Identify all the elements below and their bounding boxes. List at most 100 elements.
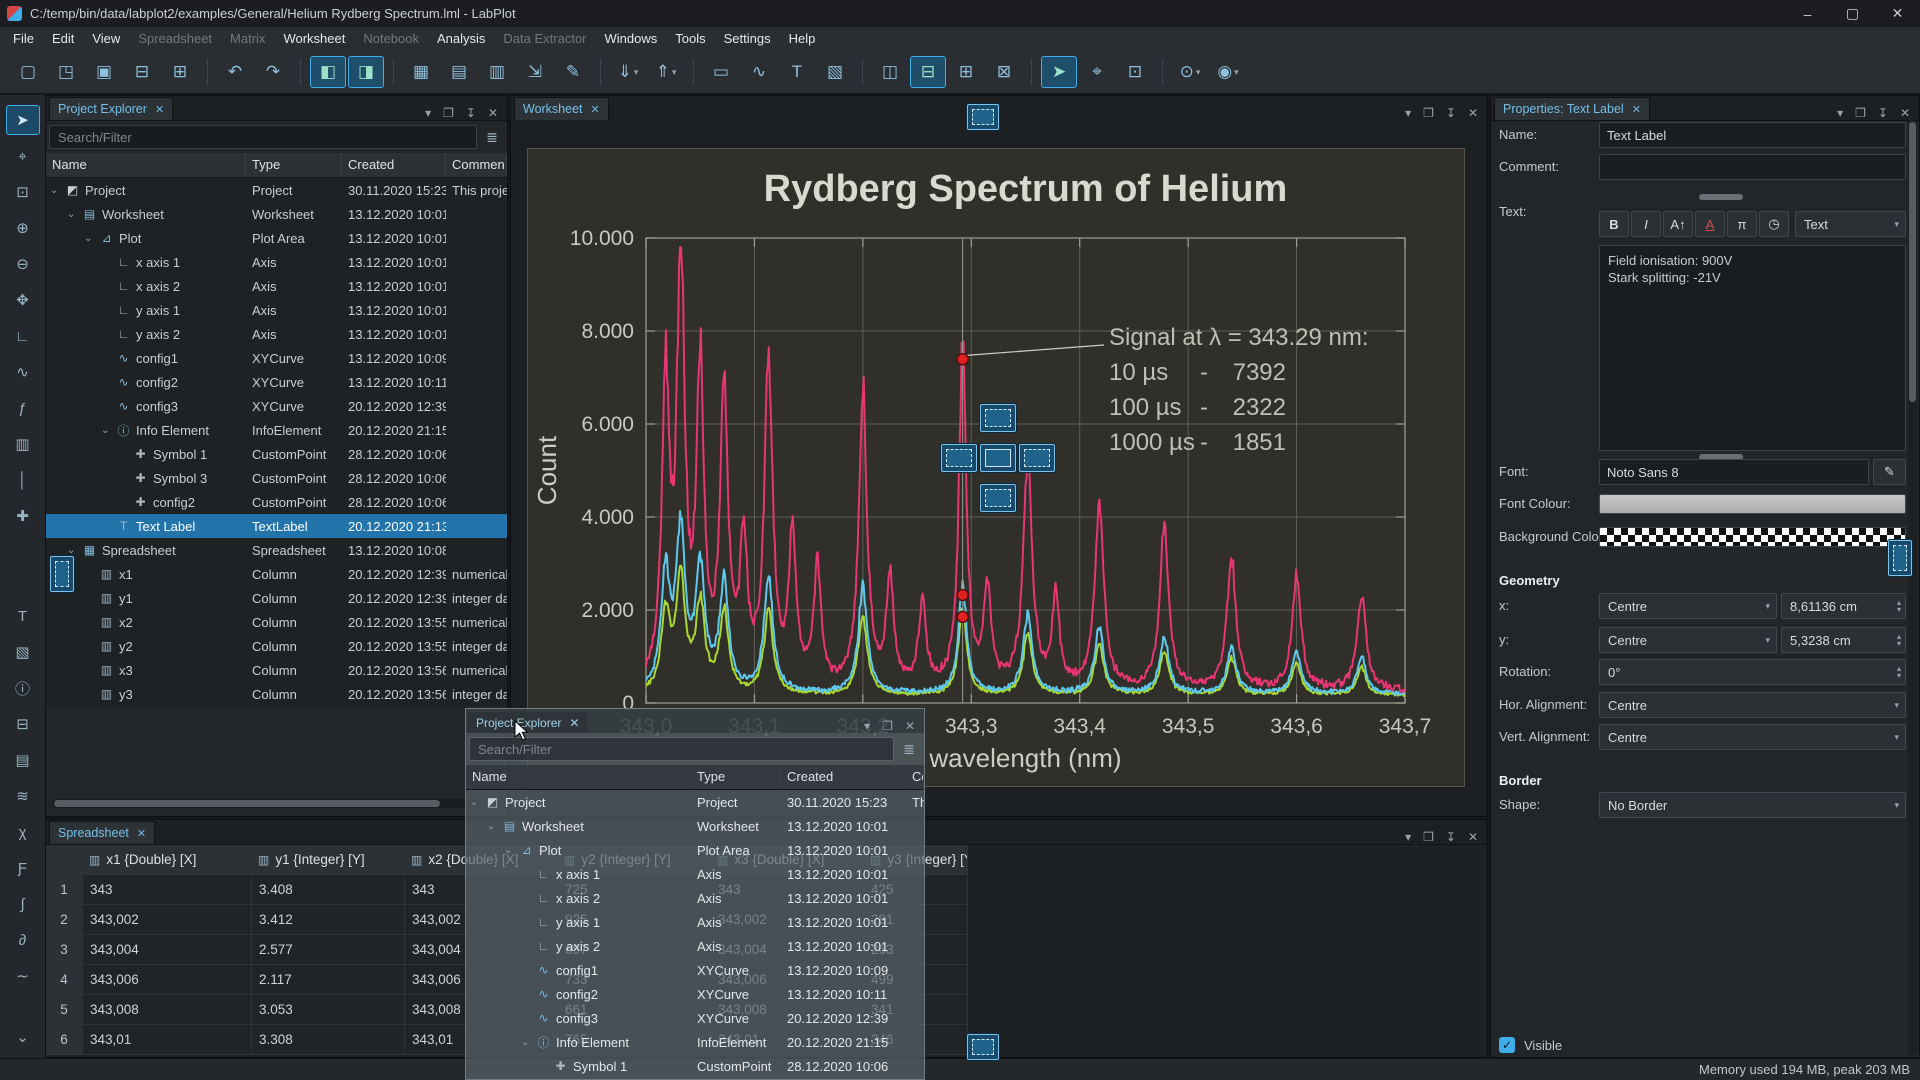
tree-row-y-axis-2[interactable]: ∟y axis 2Axis13.12.2020 10:01: [466, 934, 924, 958]
add-info-element-tool[interactable]: ⓘ: [6, 673, 40, 703]
tree-row-x1[interactable]: ▥x1Column20.12.2020 12:39numerical: [46, 562, 507, 586]
menu-edit[interactable]: Edit: [43, 27, 83, 51]
y-position-dropdown[interactable]: Centre▾: [1599, 627, 1777, 653]
drop-indicator-bottom[interactable]: [967, 1034, 999, 1060]
tab-project-explorer[interactable]: Project Explorer ✕: [49, 97, 173, 120]
column-header-created[interactable]: Created: [781, 765, 906, 789]
tree-row-plot[interactable]: ⌄⊿PlotPlot Area13.12.2020 10:01: [46, 226, 507, 250]
hor-alignment-dropdown[interactable]: Centre▾: [1599, 692, 1906, 718]
maximize-button[interactable]: ▢: [1830, 0, 1875, 27]
tree-row-y1[interactable]: ▥y1Column20.12.2020 12:39integer da: [46, 586, 507, 610]
drop-indicator-center-bottom[interactable]: [980, 484, 1016, 512]
info-element-title[interactable]: Signal at λ = 343.29 nm:: [1109, 324, 1369, 351]
tree-row-y-axis-1[interactable]: ∟y axis 1Axis13.12.2020 10:01: [466, 910, 924, 934]
pin-dock-button[interactable]: ↧: [1878, 106, 1888, 120]
custom-point[interactable]: [957, 611, 968, 622]
vert-alignment-dropdown[interactable]: Centre▾: [1599, 724, 1906, 750]
new-matrix-button[interactable]: ▥: [479, 56, 515, 88]
float-dock-button[interactable]: ❐: [1423, 106, 1434, 120]
export-button[interactable]: ⇑▾: [648, 56, 684, 88]
column-header-x1-double-x[interactable]: ▥x1 {Double} [X]: [83, 845, 252, 875]
sheet-cell-r4c1[interactable]: 343,006: [83, 965, 252, 995]
select-mode-button[interactable]: ➤: [1041, 56, 1077, 88]
add-reference-line-tool[interactable]: │: [6, 465, 40, 495]
tree-row-worksheet[interactable]: ⌄▤WorksheetWorksheet13.12.2020 10:01: [46, 202, 507, 226]
close-dock-button[interactable]: ✕: [1900, 106, 1910, 120]
filter-icon[interactable]: ≣: [480, 125, 504, 149]
tree-row-x-axis-2[interactable]: ∟x axis 2Axis13.12.2020 10:01: [46, 274, 507, 298]
float-dock-button[interactable]: ❐: [882, 719, 893, 733]
zoom-out-tool[interactable]: ⊖: [6, 249, 40, 279]
menu-notebook[interactable]: Notebook: [354, 27, 428, 51]
data-extractor-button[interactable]: ✎: [555, 56, 591, 88]
horizontal-layout-button[interactable]: ⊟: [910, 56, 946, 88]
add-axis-tool[interactable]: ∟: [6, 321, 40, 351]
y-position-spinbox[interactable]: 5,3238 cm ▴▾: [1781, 627, 1906, 653]
tree-row-symbol-1[interactable]: ✚Symbol 1CustomPoint28.12.2020 10:06: [466, 1054, 924, 1078]
open-project-button[interactable]: ◳: [48, 56, 84, 88]
y-axis-label[interactable]: Count: [532, 435, 562, 505]
drop-indicator-center[interactable]: [980, 444, 1016, 472]
add-smoothing-tool[interactable]: ≋: [6, 781, 40, 811]
font-input[interactable]: [1599, 459, 1869, 485]
tree-row-y-axis-1[interactable]: ∟y axis 1Axis13.12.2020 10:01: [46, 298, 507, 322]
menu-spreadsheet[interactable]: Spreadsheet: [129, 27, 221, 51]
close-dock-button[interactable]: ✕: [1468, 830, 1478, 844]
filter-icon[interactable]: ≣: [897, 737, 921, 761]
tree-row-config3[interactable]: ∿config3XYCurve20.12.2020 12:39: [46, 394, 507, 418]
add-interpolation-tool[interactable]: ∼: [6, 961, 40, 991]
bold-button[interactable]: B: [1599, 211, 1629, 237]
border-shape-dropdown[interactable]: No Border▾: [1599, 792, 1906, 818]
menu-file[interactable]: File: [4, 27, 43, 51]
sheet-cell-r6c2[interactable]: 3.308: [252, 1025, 405, 1055]
vertical-layout-button[interactable]: ◫: [872, 56, 908, 88]
drop-indicator-left[interactable]: [50, 556, 74, 592]
pin-dock-button[interactable]: ↧: [466, 106, 476, 120]
close-dock-button[interactable]: ✕: [488, 106, 498, 120]
tree-row-x-axis-1[interactable]: ∟x axis 1Axis13.12.2020 10:01: [466, 862, 924, 886]
tree-row-info-element[interactable]: ⌄ⓘInfo ElementInfoElement20.12.2020 21:1…: [466, 1030, 924, 1054]
font-colour-swatch[interactable]: [1599, 494, 1906, 514]
tree-row-x-axis-2[interactable]: ∟x axis 2Axis13.12.2020 10:01: [466, 886, 924, 910]
add-differentiation-tool[interactable]: ∂: [6, 925, 40, 955]
close-dock-button[interactable]: ✕: [1468, 106, 1478, 120]
close-tab-icon[interactable]: ✕: [569, 716, 579, 730]
float-dock-button[interactable]: ❐: [1855, 106, 1866, 120]
label-text-editor[interactable]: Field ionisation: 900V Stark splitting: …: [1599, 245, 1906, 451]
scrollbar-handle[interactable]: [54, 800, 440, 807]
crosshair-tool[interactable]: ⌖: [6, 141, 40, 171]
superscript-button[interactable]: A↑: [1663, 211, 1693, 237]
sheet-cell-r3c2[interactable]: 2.577: [252, 935, 405, 965]
new-spreadsheet-button[interactable]: ▤: [441, 56, 477, 88]
rotation-spinbox[interactable]: 0° ▴▾: [1599, 659, 1906, 685]
tree-row-config2[interactable]: ∿config2XYCurve13.12.2020 10:11: [466, 982, 924, 1006]
tree-row-x2[interactable]: ▥x2Column20.12.2020 13:55numerical: [46, 610, 507, 634]
tree-row-spreadsheet[interactable]: ⌄▦SpreadsheetSpreadsheet13.12.2020 10:08: [46, 538, 507, 562]
x-position-spinbox[interactable]: 8,61136 cm ▴▾: [1781, 593, 1906, 619]
splitter-grip[interactable]: [1699, 194, 1743, 200]
menu-help[interactable]: Help: [780, 27, 825, 51]
tree-row-y2[interactable]: ▥y2Column20.12.2020 13:55integer da: [46, 634, 507, 658]
menu-data-extractor[interactable]: Data Extractor: [494, 27, 595, 51]
tree-row-project[interactable]: ⌄◩ProjectProject30.11.2020 15:23This pro…: [46, 178, 507, 202]
menu-analysis[interactable]: Analysis: [428, 27, 494, 51]
add-fit-tool[interactable]: χ: [6, 817, 40, 847]
tab-worksheet[interactable]: Worksheet ✕: [514, 97, 609, 120]
navigate-tool[interactable]: ✥: [6, 285, 40, 315]
tree-row-config3[interactable]: ∿config3XYCurve20.12.2020 12:39: [466, 1006, 924, 1030]
add-integration-tool[interactable]: ∫: [6, 889, 40, 919]
pin-dock-button[interactable]: ↧: [1446, 830, 1456, 844]
spin-arrows-icon[interactable]: ▴▾: [1897, 633, 1901, 647]
menu-view[interactable]: View: [83, 27, 129, 51]
tab-spreadsheet[interactable]: Spreadsheet ✕: [49, 821, 155, 844]
import-file-button[interactable]: ⇲: [517, 56, 553, 88]
tree-row-text-label[interactable]: TText LabelTextLabel20.12.2020 21:13: [46, 514, 507, 538]
sheet-row-header-2[interactable]: 2: [46, 905, 83, 935]
text-mode-dropdown[interactable]: Text ▾: [1795, 211, 1906, 237]
floating-titlebar[interactable]: Project Explorer ✕ ▾❐✕: [466, 709, 924, 733]
zoom-in-tool[interactable]: ⊕: [6, 213, 40, 243]
magnification-dropdown[interactable]: ◉▾: [1210, 56, 1246, 88]
toggle-properties-explorer-button[interactable]: ◨: [348, 56, 384, 88]
select-region-button[interactable]: ▭: [703, 56, 739, 88]
zoom-select-tool[interactable]: ⊡: [6, 177, 40, 207]
